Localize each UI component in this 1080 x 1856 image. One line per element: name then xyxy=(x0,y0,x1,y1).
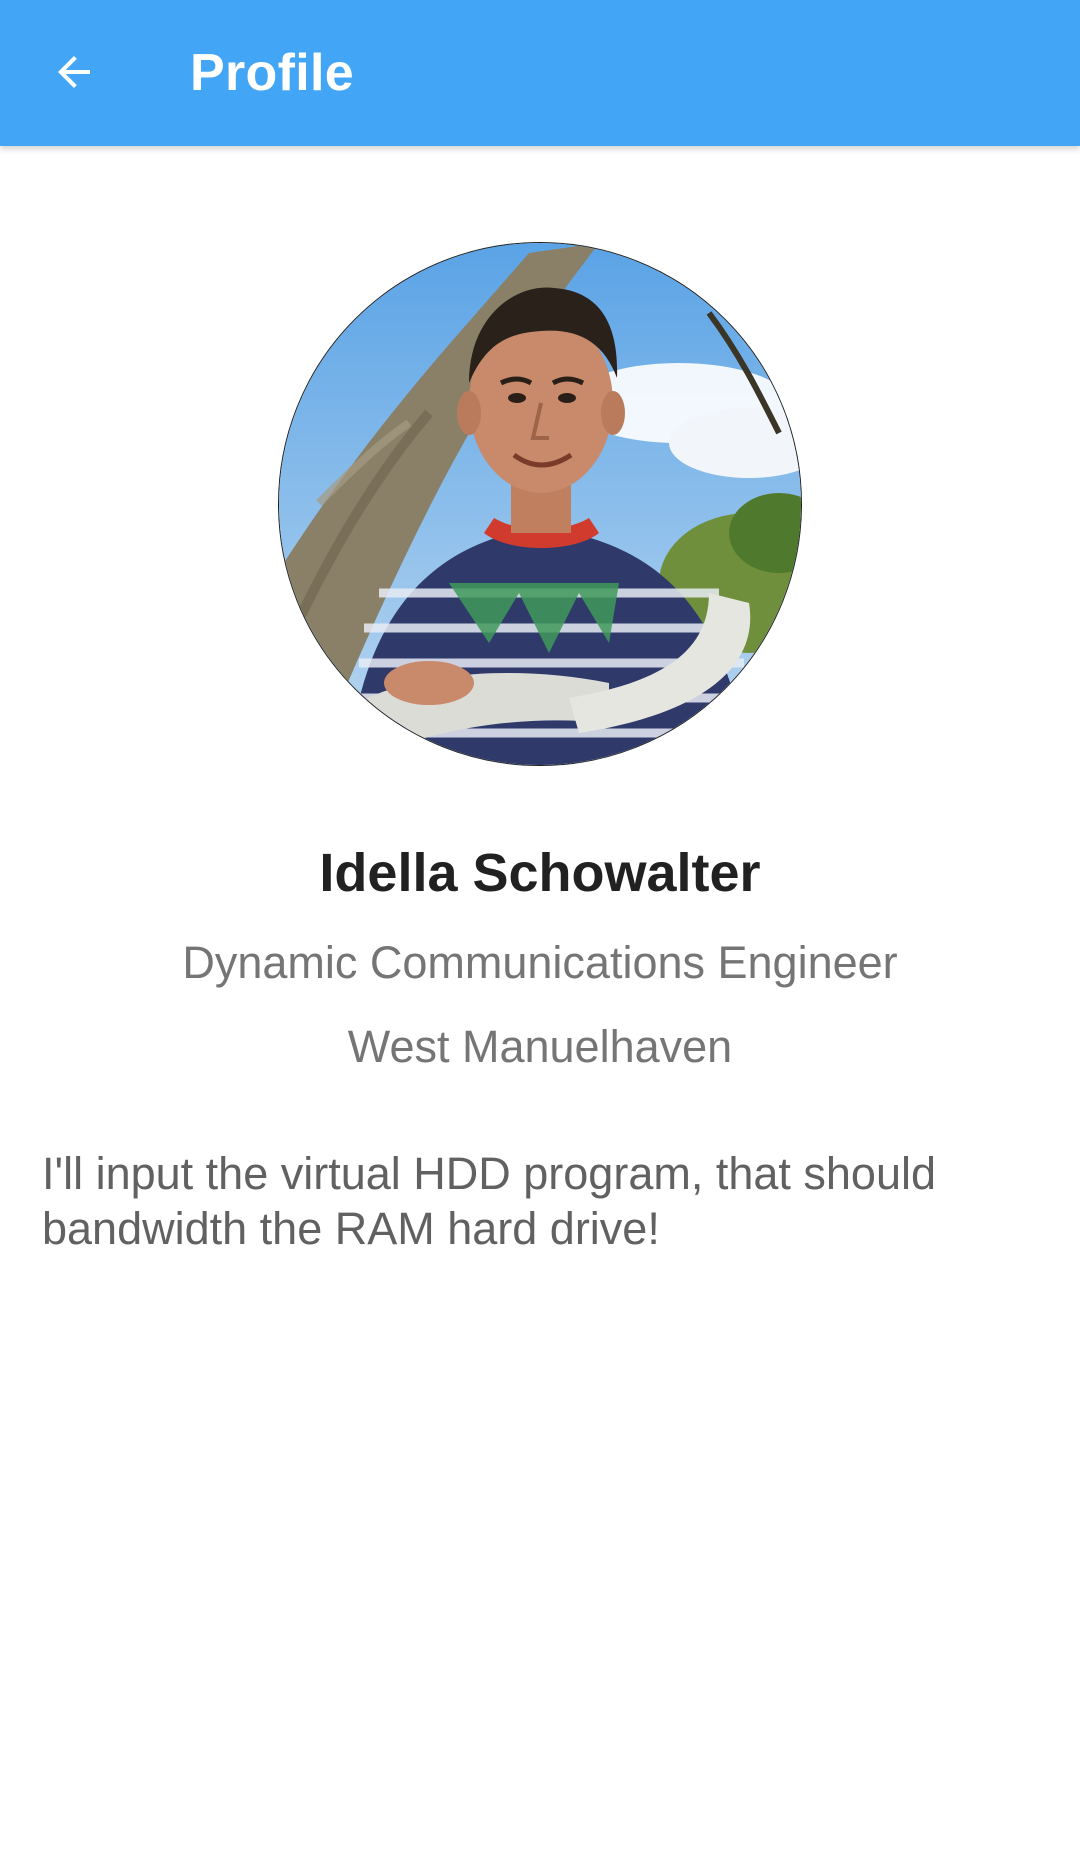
profile-name: Idella Schowalter xyxy=(319,843,761,903)
profile-bio: I'll input the virtual HDD program, that… xyxy=(42,1148,937,1254)
profile-city: West Manuelhaven xyxy=(347,1021,733,1072)
page-title: Profile xyxy=(190,44,354,102)
avatar xyxy=(278,242,802,766)
profile-job-title: Dynamic Communications Engineer xyxy=(182,937,898,988)
app-bar: Profile xyxy=(0,0,1080,146)
back-button[interactable] xyxy=(28,26,120,118)
arrow-back-icon xyxy=(50,48,98,96)
